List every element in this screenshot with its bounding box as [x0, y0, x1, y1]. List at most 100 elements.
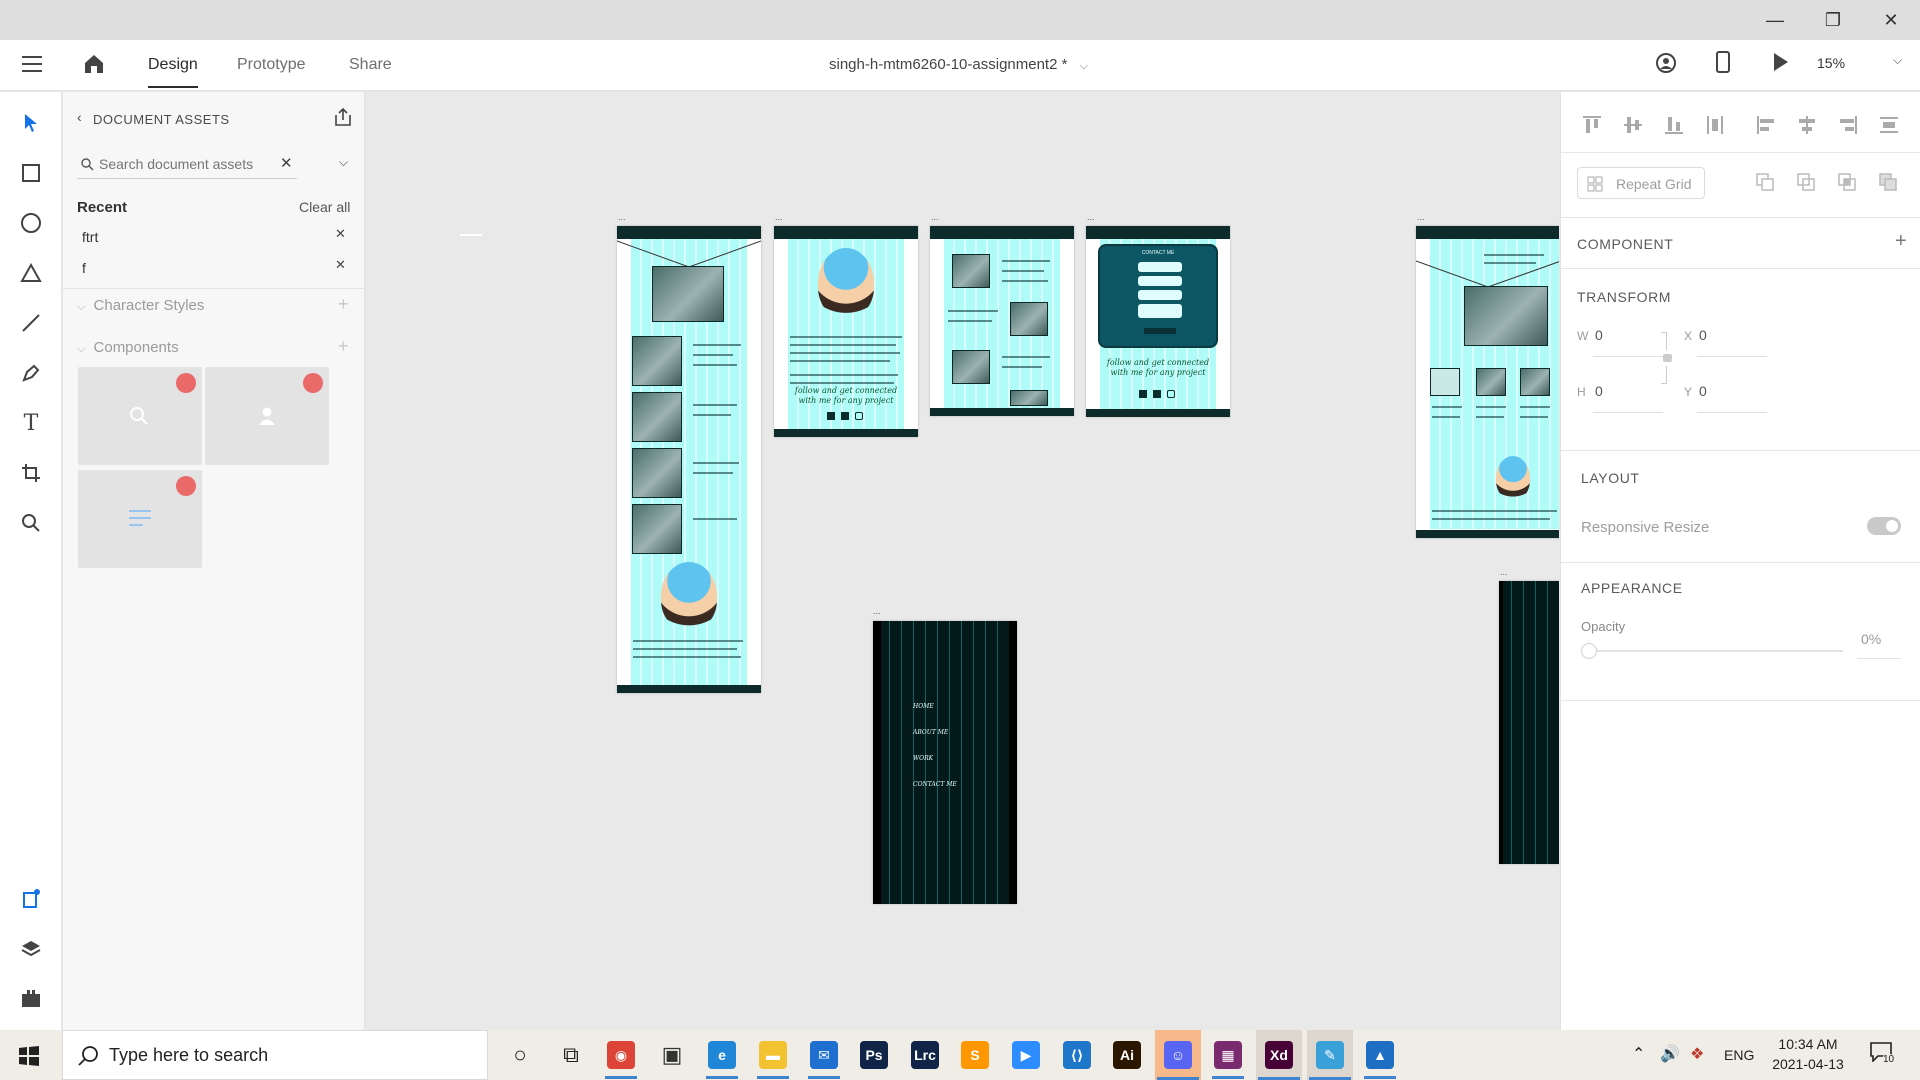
zoom-tool-icon[interactable] — [16, 508, 46, 538]
boolean-exclude-icon[interactable] — [1878, 172, 1898, 192]
add-component-icon[interactable]: + — [338, 336, 349, 357]
xd-icon[interactable]: Xd — [1256, 1030, 1302, 1080]
y-field[interactable]: 0 — [1699, 383, 1707, 399]
select-tool-icon[interactable] — [16, 108, 46, 138]
opacity-slider-handle[interactable] — [1581, 643, 1597, 659]
task-view-icon[interactable]: ⧉ — [553, 1037, 589, 1073]
plugins-icon[interactable] — [16, 984, 46, 1014]
align-left-icon[interactable] — [1755, 114, 1777, 136]
pen-tool-icon[interactable] — [16, 358, 46, 388]
distribute-horizontal-icon[interactable] — [1878, 114, 1900, 136]
distribute-vertical-icon[interactable] — [1704, 114, 1726, 136]
notifications-icon[interactable]: 10 — [1870, 1042, 1896, 1066]
minimize-button[interactable]: — — [1762, 8, 1788, 32]
add-character-style-icon[interactable]: + — [338, 294, 349, 315]
line-tool-icon[interactable] — [16, 308, 46, 338]
export-share-icon[interactable] — [333, 107, 353, 127]
remove-recent-icon[interactable]: ✕ — [335, 257, 346, 273]
taskbar-search-box[interactable]: Type here to search — [62, 1030, 488, 1080]
design-canvas[interactable]: ... ... follow and get connected with me… — [366, 92, 1559, 1030]
rectangle-tool-icon[interactable] — [16, 158, 46, 188]
opacity-slider[interactable] — [1581, 642, 1843, 660]
clear-all-link[interactable]: Clear all — [299, 199, 350, 215]
language-indicator[interactable]: ENG — [1724, 1047, 1754, 1063]
ellipse-tool-icon[interactable] — [16, 208, 46, 238]
photoshop-icon[interactable]: Ps — [856, 1037, 892, 1073]
add-component-state-icon[interactable]: + — [1895, 230, 1907, 253]
text-tool-icon[interactable]: T — [16, 408, 46, 438]
repeat-grid-button[interactable]: Repeat Grid — [1577, 167, 1705, 199]
zoom-chevron-icon[interactable]: ⌵ — [1893, 53, 1902, 68]
tab-design[interactable]: Design — [148, 56, 198, 88]
boolean-subtract-icon[interactable] — [1796, 172, 1816, 192]
winrar-icon[interactable]: ▦ — [1210, 1037, 1246, 1079]
component-tile-menu[interactable] — [78, 470, 202, 568]
height-field[interactable]: 0 — [1595, 383, 1603, 399]
photos-icon[interactable]: ▲ — [1362, 1037, 1398, 1079]
artboard-tool-icon[interactable] — [16, 458, 46, 488]
lightroom-classic-icon[interactable]: Lrc — [907, 1037, 943, 1073]
artboard-work[interactable] — [930, 226, 1074, 416]
align-right-icon[interactable] — [1837, 114, 1859, 136]
recent-item[interactable]: ftrt — [82, 229, 98, 245]
zoom-level[interactable]: 15% — [1817, 55, 1845, 71]
align-top-icon[interactable] — [1581, 114, 1603, 136]
zoom-icon[interactable]: ▶ — [1008, 1037, 1044, 1073]
align-center-icon[interactable] — [1796, 114, 1818, 136]
sublime-icon[interactable]: S — [957, 1037, 993, 1073]
align-bottom-icon[interactable] — [1663, 114, 1685, 136]
x-field[interactable]: 0 — [1699, 327, 1707, 343]
share-user-icon[interactable] — [1655, 52, 1677, 74]
tab-share[interactable]: Share — [349, 56, 392, 74]
edge-icon[interactable]: e — [704, 1037, 740, 1079]
vscode-icon[interactable]: ⟨⟩ — [1059, 1037, 1095, 1073]
document-title[interactable]: singh-h-mtm6260-10-assignment2 * ⌵ — [829, 56, 1088, 73]
device-preview-icon[interactable] — [1716, 51, 1730, 73]
mail-icon[interactable]: ✉ — [806, 1037, 842, 1079]
show-hidden-icons-chevron[interactable]: ⌃ — [1632, 1044, 1645, 1064]
polygon-tool-icon[interactable] — [16, 258, 46, 288]
lock-aspect-icon[interactable] — [1661, 332, 1673, 384]
recent-item[interactable]: f — [82, 260, 86, 276]
character-styles-section[interactable]: ⌵ Character Styles — [77, 297, 204, 314]
store-icon[interactable]: ▣ — [654, 1037, 690, 1073]
file-explorer-icon[interactable]: ▬ — [755, 1037, 791, 1079]
component-tile-user[interactable] — [205, 367, 329, 465]
remove-recent-icon[interactable]: ✕ — [335, 226, 346, 242]
boolean-add-icon[interactable] — [1755, 172, 1775, 192]
boolean-intersect-icon[interactable] — [1837, 172, 1857, 192]
windows-start-icon[interactable] — [18, 1045, 40, 1067]
discord-icon[interactable]: ☺ — [1155, 1030, 1201, 1080]
search-input[interactable] — [99, 153, 274, 175]
paint-icon[interactable]: ✎ — [1307, 1030, 1353, 1080]
document-assets-icon[interactable] — [16, 884, 46, 914]
dropbox-icon[interactable]: ❖ — [1690, 1044, 1704, 1064]
components-section[interactable]: ⌵ Components — [77, 339, 179, 356]
artboard-contact[interactable]: CONTACT ME follow and get connected with… — [1086, 226, 1230, 417]
hamburger-menu-icon[interactable] — [22, 56, 42, 72]
cortana-icon[interactable]: ○ — [502, 1037, 538, 1073]
chrome-icon[interactable]: ◉ — [603, 1037, 639, 1079]
restore-button[interactable]: ❐ — [1820, 8, 1846, 32]
artboard-home[interactable] — [617, 226, 761, 693]
width-field[interactable]: 0 — [1595, 327, 1603, 343]
close-button[interactable]: ✕ — [1878, 8, 1904, 32]
clock-date[interactable]: 2021-04-13 — [1768, 1056, 1848, 1072]
align-middle-icon[interactable] — [1622, 114, 1644, 136]
chevron-down-icon[interactable]: ⌵ — [1080, 60, 1088, 72]
artboard-menu[interactable]: HOME ABOUT ME WORK CONTACT ME — [873, 621, 1017, 904]
responsive-resize-toggle[interactable] — [1867, 517, 1901, 535]
opacity-value[interactable]: 0% — [1861, 631, 1881, 647]
clock-time[interactable]: 10:34 AM — [1776, 1036, 1840, 1052]
tab-prototype[interactable]: Prototype — [237, 56, 305, 74]
artboard-desktop-home[interactable] — [1416, 226, 1559, 538]
layers-icon[interactable] — [16, 934, 46, 964]
assets-search[interactable]: ✕ — [77, 149, 297, 179]
home-icon[interactable] — [82, 52, 106, 76]
illustrator-icon[interactable]: Ai — [1109, 1037, 1145, 1073]
clear-search-icon[interactable]: ✕ — [280, 154, 293, 172]
back-chevron-icon[interactable]: ‹ — [77, 109, 82, 125]
filter-chevron-icon[interactable]: ⌵ — [339, 155, 348, 170]
artboard-desktop-menu[interactable] — [1499, 581, 1559, 864]
artboard-about[interactable]: follow and get connected with me for any… — [774, 226, 918, 437]
